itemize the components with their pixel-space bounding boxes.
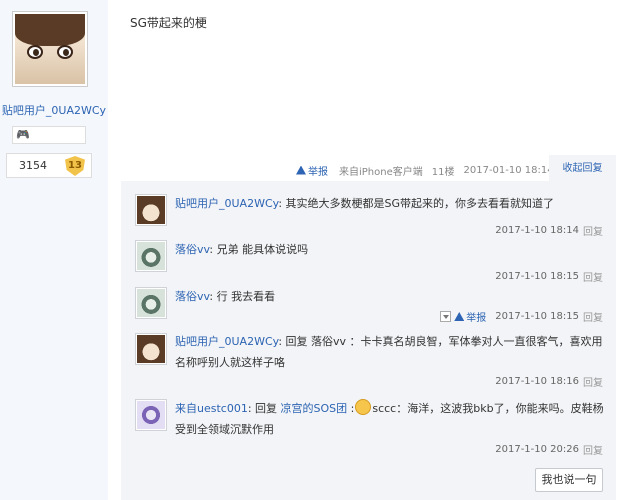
- reply-time: 2017-1-10 18:15: [495, 311, 579, 322]
- reply-list: 贴吧用户_0UA2WCy: 其实绝大多数梗都是SG带起来的，你多去看看就知道了 …: [121, 181, 616, 500]
- reply-button[interactable]: 回复: [583, 374, 603, 389]
- author-sidebar: 贴吧用户_0UA2WCy 🎮 3154 13: [0, 0, 108, 500]
- floor-number: 11楼: [431, 166, 455, 178]
- experience-count: 3154: [19, 159, 47, 172]
- reply-avatar[interactable]: [135, 287, 167, 319]
- report-link[interactable]: 举报: [296, 163, 328, 178]
- post-content: SG带起来的梗: [130, 16, 207, 30]
- reply-avatar[interactable]: [135, 194, 167, 226]
- reply-button[interactable]: 回复: [583, 309, 603, 324]
- reply-text: : 行 我去看看: [209, 290, 276, 303]
- mention-link[interactable]: 凉宫的SOS团: [281, 402, 348, 415]
- author-avatar[interactable]: [12, 11, 88, 87]
- reply-time: 2017-1-10 18:16: [495, 376, 579, 387]
- post-tail: 举报 来自iPhone客户端 11楼 2017-01-10 18:14: [296, 163, 554, 178]
- reply-time: 2017-1-10 18:15: [495, 271, 579, 282]
- reply-button[interactable]: 回复: [583, 442, 603, 457]
- author-level-box: 3154 13: [6, 153, 92, 178]
- author-username[interactable]: 贴吧用户_0UA2WCy: [0, 102, 108, 118]
- reply-username[interactable]: 来自uestc001: [175, 402, 248, 415]
- reply-username[interactable]: 落俗vv: [175, 243, 209, 256]
- collapse-replies-button[interactable]: 收起回复: [549, 155, 616, 181]
- reply-avatar[interactable]: [135, 333, 167, 365]
- reply-username[interactable]: 贴吧用户_0UA2WCy: [175, 335, 278, 348]
- post-time: 2017-01-10 18:14: [463, 164, 554, 176]
- reply-report-link[interactable]: 举报: [440, 309, 486, 324]
- post-source: 来自iPhone客户端: [339, 166, 423, 178]
- author-badge: 🎮: [12, 126, 86, 144]
- smiley-emoji-icon: [355, 399, 372, 415]
- reply-avatar[interactable]: [135, 240, 167, 272]
- reply-time: 2017-1-10 18:14: [495, 225, 579, 236]
- warning-triangle-icon: [296, 165, 306, 175]
- reply-username[interactable]: 贴吧用户_0UA2WCy: [175, 197, 278, 210]
- reply-button[interactable]: 回复: [583, 223, 603, 238]
- reply-text: : 兄弟 能具体说说吗: [209, 243, 309, 256]
- reply-time: 2017-1-10 20:26: [495, 444, 579, 455]
- reply-button[interactable]: 回复: [583, 269, 603, 284]
- dropdown-icon[interactable]: [440, 311, 452, 322]
- say-something-button[interactable]: 我也说一句: [535, 468, 603, 492]
- reply-avatar[interactable]: [135, 399, 167, 431]
- reply-text: : 其实绝大多数梗都是SG带起来的，你多去看看就知道了: [278, 197, 555, 210]
- warning-triangle-icon: [454, 312, 465, 321]
- reply-username[interactable]: 落俗vv: [175, 290, 209, 303]
- level-shield-icon: 13: [65, 156, 85, 176]
